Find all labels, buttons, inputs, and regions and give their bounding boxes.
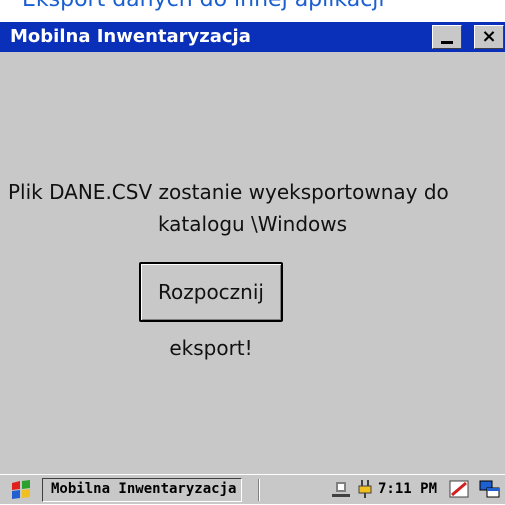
pen-icon[interactable] bbox=[448, 479, 472, 501]
window-client-area: Plik DANE.CSV zostanie wyeksportownay do… bbox=[0, 52, 505, 474]
window-title: Mobilna Inwentaryzacja bbox=[10, 26, 251, 47]
tray-divider bbox=[258, 479, 260, 501]
task-label: Mobilna Inwentaryzacja bbox=[51, 481, 237, 497]
start-icon bbox=[12, 480, 30, 499]
network-icon[interactable] bbox=[330, 478, 352, 500]
minimize-button[interactable] bbox=[432, 25, 462, 49]
export-message: Plik DANE.CSV zostanie wyeksportownay do… bbox=[0, 176, 505, 240]
taskbar: Mobilna Inwentaryzacja 7:11 PM bbox=[0, 474, 505, 504]
clock[interactable]: 7:11 PM bbox=[378, 481, 437, 497]
start-button[interactable] bbox=[8, 479, 36, 501]
start-export-button[interactable]: Rozpocznij eksport! bbox=[139, 262, 283, 360]
caption-text: Eksport danych do innej aplikacji bbox=[22, 0, 385, 12]
close-button[interactable]: × bbox=[474, 25, 504, 49]
power-icon[interactable] bbox=[354, 478, 376, 500]
windows-icon[interactable] bbox=[478, 479, 502, 501]
taskbar-task-button[interactable]: Mobilna Inwentaryzacja bbox=[42, 478, 242, 502]
message-line-2: katalogu \Windows bbox=[157, 212, 348, 236]
window-titlebar: Mobilna Inwentaryzacja × bbox=[0, 22, 505, 52]
message-line-1: Plik DANE.CSV zostanie wyeksportownay do bbox=[8, 180, 449, 204]
minimize-icon bbox=[441, 41, 453, 44]
page-caption: Eksport danych do innej aplikacji bbox=[0, 0, 505, 22]
